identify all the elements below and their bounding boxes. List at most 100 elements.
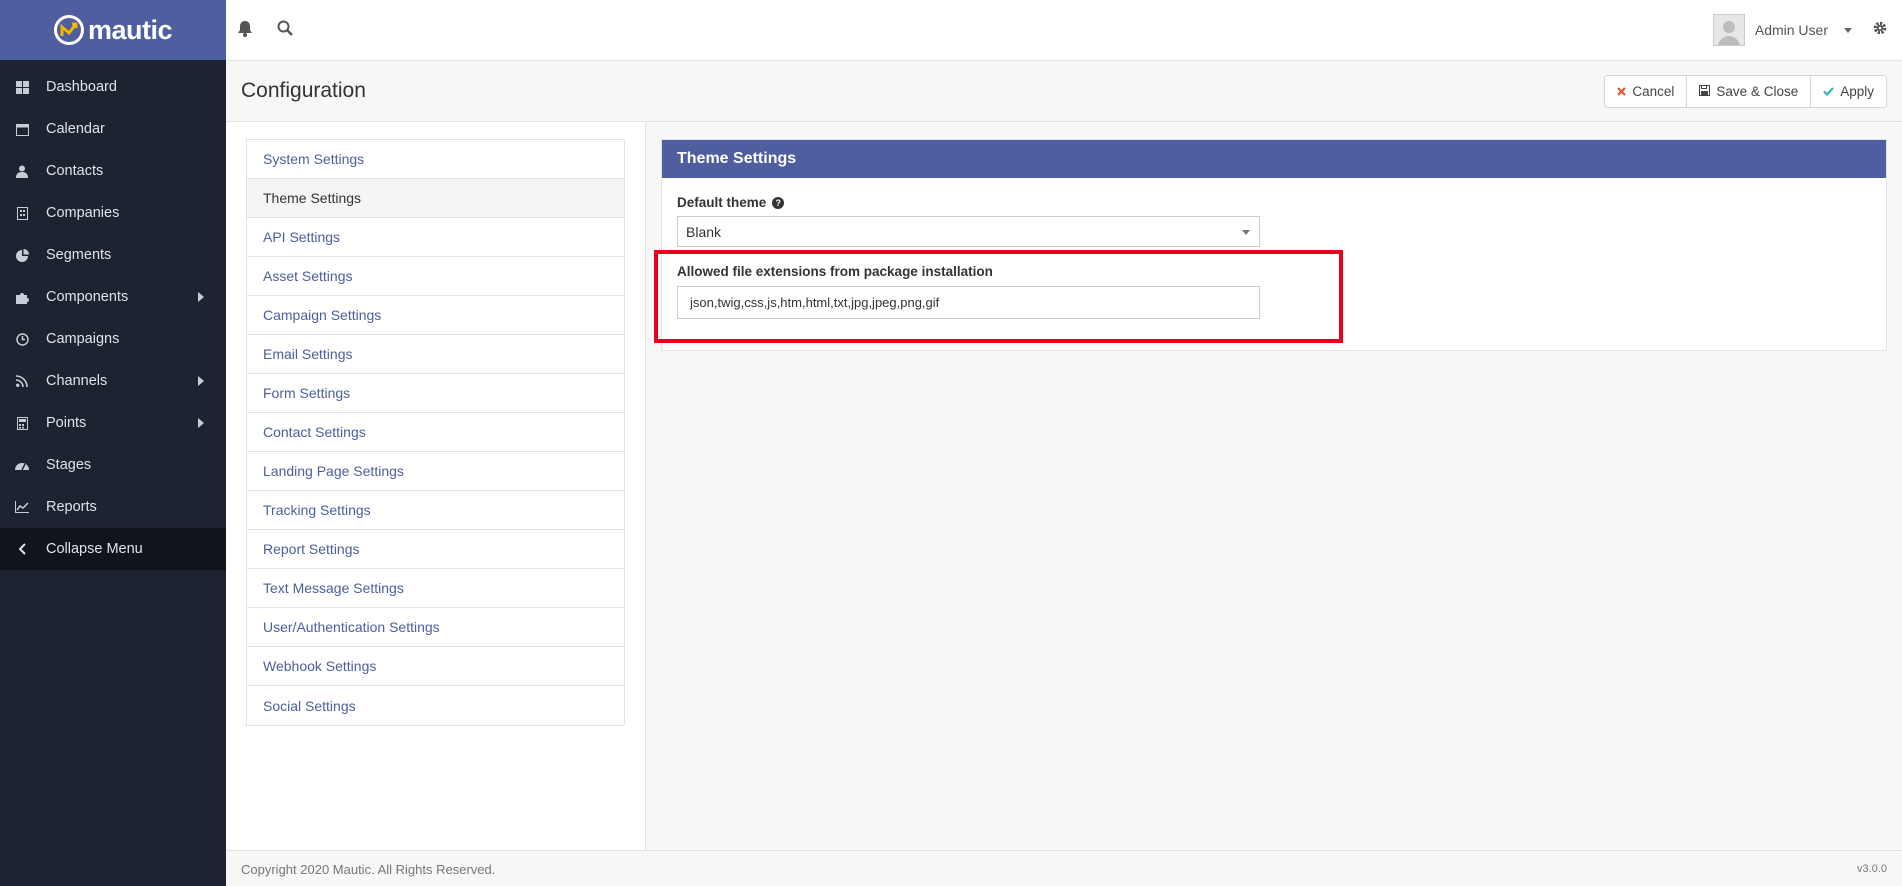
nav-dashboard[interactable]: Dashboard (0, 66, 226, 108)
nav-segments[interactable]: Segments (0, 234, 226, 276)
settings-nav-label: API Settings (263, 229, 341, 245)
line-chart-icon (15, 500, 29, 514)
nav-label: Segments (46, 247, 112, 263)
nav-label: Calendar (46, 121, 105, 137)
user-icon (15, 164, 29, 178)
nav-label: Components (46, 289, 129, 305)
nav-calendar[interactable]: Calendar (0, 108, 226, 150)
settings-nav-label: Email Settings (263, 346, 353, 362)
gear-icon[interactable] (1872, 20, 1890, 38)
extensions-label: Allowed file extensions from package ins… (677, 264, 993, 279)
submenu-caret-icon (198, 418, 204, 428)
settings-nav-label: Tracking Settings (263, 502, 371, 518)
user-menu[interactable]: Admin User (1712, 14, 1852, 46)
building-icon (15, 206, 29, 220)
nav-companies[interactable]: Companies (0, 192, 226, 234)
settings-nav-label: Contact Settings (263, 424, 366, 440)
settings-nav-label: Text Message Settings (263, 580, 404, 596)
settings-nav-label: Landing Page Settings (263, 463, 404, 479)
settings-nav-label: Theme Settings (263, 190, 362, 206)
nav-label: Stages (46, 457, 92, 473)
settings-nav-item[interactable]: Social Settings (247, 686, 624, 725)
search-icon[interactable] (277, 20, 295, 38)
collapse-menu-label: Collapse Menu (46, 541, 143, 557)
dashboard-icon (15, 80, 29, 94)
settings-nav-label: Report Settings (263, 541, 360, 557)
nav-stages[interactable]: Stages (0, 444, 226, 486)
sidebar: mautic Dashboard Calendar Contacts Compa… (0, 0, 226, 886)
nav-campaigns[interactable]: Campaigns (0, 318, 226, 360)
settings-nav-item[interactable]: Form Settings (247, 374, 624, 413)
nav-label: Reports (46, 499, 97, 515)
nav-points[interactable]: Points (0, 402, 226, 444)
clock-icon (15, 332, 29, 346)
collapse-menu-button[interactable]: Collapse Menu (0, 528, 226, 570)
save-close-label: Save & Close (1716, 84, 1799, 99)
chevron-left-icon (15, 542, 29, 556)
default-theme-label: Default theme ? (677, 195, 785, 210)
default-theme-select[interactable]: Blank (677, 216, 1260, 247)
check-icon (1823, 84, 1835, 99)
floppy-icon (1699, 84, 1711, 99)
nav-label: Campaigns (46, 331, 120, 347)
settings-nav-label: Social Settings (263, 697, 356, 714)
default-theme-value: Blank (686, 223, 722, 240)
submenu-caret-icon (198, 376, 204, 386)
user-name: Admin User (1754, 22, 1828, 38)
settings-nav-label: Asset Settings (263, 268, 353, 284)
puzzle-icon (15, 290, 29, 304)
nav-label: Points (46, 415, 87, 431)
nav-label: Dashboard (46, 79, 117, 95)
settings-nav-item[interactable]: Theme Settings (247, 179, 624, 218)
nav-reports[interactable]: Reports (0, 486, 226, 528)
settings-column: System Settings Theme Settings API Setting… (226, 122, 646, 850)
cancel-label: Cancel (1632, 84, 1675, 99)
avatar (1712, 14, 1745, 46)
page-title: Configuration (241, 79, 366, 102)
settings-nav-item[interactable]: System Settings (247, 140, 624, 179)
nav-label: Companies (46, 205, 120, 221)
settings-nav-item[interactable]: Webhook Settings (247, 647, 624, 686)
cancel-button[interactable]: Cancel (1604, 75, 1688, 108)
footer: Copyright 2020 Mautic. All Rights Reserv… (226, 850, 1902, 886)
nav-channels[interactable]: Channels (0, 360, 226, 402)
submenu-caret-icon (198, 292, 204, 302)
main-content: System Settings Theme Settings API Setting… (226, 122, 1902, 850)
page-header: Configuration Cancel Save & Close Apply (226, 61, 1902, 122)
mautic-logo[interactable]: mautic (53, 14, 173, 46)
nav-label: Contacts (46, 163, 104, 179)
main-nav: Dashboard Calendar Contacts Companies Se… (0, 60, 226, 570)
settings-nav-item[interactable]: Email Settings (247, 335, 624, 374)
settings-nav-item[interactable]: Tracking Settings (247, 491, 624, 530)
action-buttons: Cancel Save & Close Apply (1604, 75, 1887, 108)
settings-nav-item[interactable]: Campaign Settings (247, 296, 624, 335)
save-close-button[interactable]: Save & Close (1687, 75, 1812, 108)
settings-nav-label: Webhook Settings (263, 658, 377, 674)
rss-icon (15, 374, 29, 388)
settings-nav-item[interactable]: Asset Settings (247, 257, 624, 296)
settings-nav-label: System Settings (263, 151, 365, 167)
tachometer-icon (15, 458, 29, 472)
mautic-logo-icon (53, 15, 84, 45)
chevron-down-icon (1242, 230, 1250, 235)
apply-button[interactable]: Apply (1811, 75, 1887, 108)
settings-nav: System Settings Theme Settings API Setting… (246, 139, 625, 726)
settings-nav-item[interactable]: Landing Page Settings (247, 452, 624, 491)
settings-nav-label: Form Settings (263, 385, 351, 401)
nav-components[interactable]: Components (0, 276, 226, 318)
help-icon[interactable]: ? (772, 196, 785, 209)
brand-name: mautic (87, 14, 173, 45)
nav-contacts[interactable]: Contacts (0, 150, 226, 192)
calendar-icon (15, 122, 29, 136)
settings-nav-item[interactable]: Text Message Settings (247, 569, 624, 608)
theme-settings-panel: Theme Settings Default theme ? Blank All… (661, 139, 1887, 351)
settings-nav-item[interactable]: API Settings (247, 218, 624, 257)
brand-header: mautic (0, 0, 226, 60)
settings-nav-item[interactable]: User/Authentication Settings (247, 608, 624, 647)
allowed-extensions-input[interactable] (677, 286, 1260, 319)
settings-nav-item[interactable]: Report Settings (247, 530, 624, 569)
calculator-icon (15, 416, 29, 430)
bell-icon[interactable] (237, 20, 255, 38)
settings-nav-item[interactable]: Contact Settings (247, 413, 624, 452)
settings-nav-label: User/Authentication Settings (263, 619, 440, 635)
